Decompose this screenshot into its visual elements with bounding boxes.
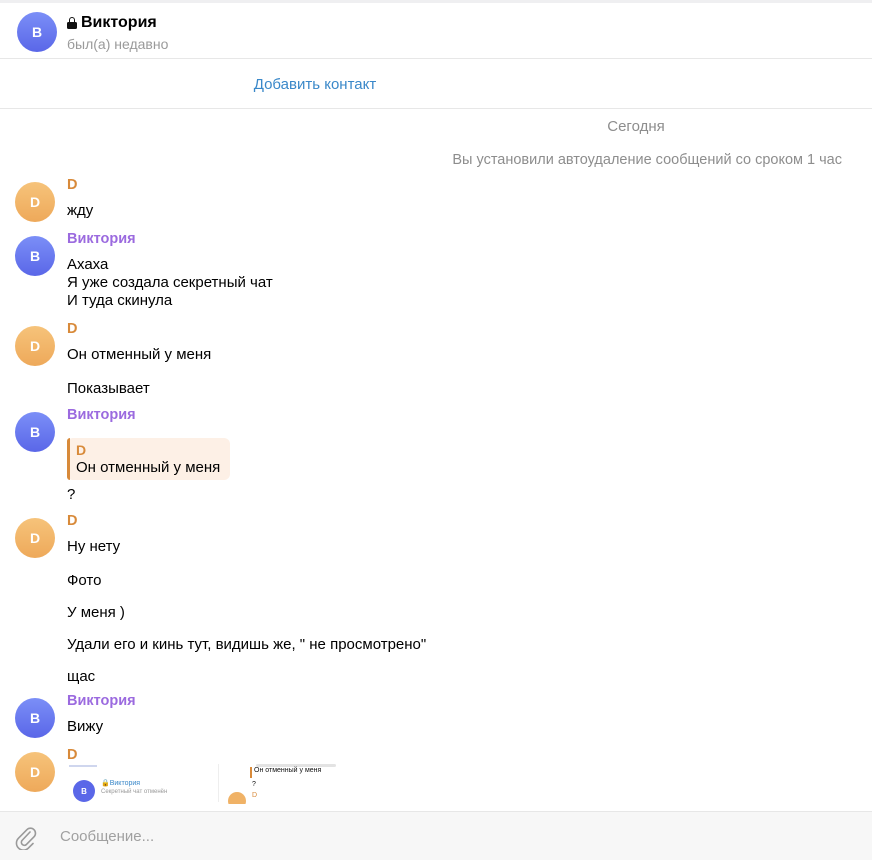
screenshot-messages: Он отменный у меня ? D <box>228 764 345 804</box>
screenshot-name: 🔒Виктория <box>101 780 141 787</box>
message-text: Вижу <box>67 718 104 735</box>
message-text: щас <box>67 668 96 685</box>
message-text: Ну нету <box>67 538 121 555</box>
paperclip-icon[interactable] <box>12 824 38 850</box>
contact-name: Виктория <box>81 14 157 31</box>
add-contact-button[interactable]: Добавить контакт <box>0 60 630 109</box>
reply-accent-bar <box>67 438 70 480</box>
message-text: И туда скинула <box>67 292 173 309</box>
contact-status: был(а) недавно <box>67 36 169 52</box>
avatar[interactable]: D <box>15 326 55 366</box>
sender-name[interactable]: D <box>67 177 77 193</box>
screenshot-chat-card: В 🔒Виктория Секретный чат отменён <box>67 764 219 802</box>
screenshot-question: ? <box>252 781 256 788</box>
message-text: ? <box>67 486 76 503</box>
message-text: Показывает <box>67 380 150 397</box>
date-separator: Сегодня <box>607 118 665 135</box>
contact-avatar[interactable]: В <box>17 12 57 52</box>
screenshot-divider <box>69 765 97 767</box>
sender-name[interactable]: D <box>67 747 77 763</box>
sender-name[interactable]: D <box>67 513 77 529</box>
message-text: Он отменный у меня <box>67 346 212 363</box>
screenshot-reply-bar <box>250 767 252 778</box>
message-list[interactable]: Сегодня Вы установили автоудаление сообщ… <box>0 110 872 810</box>
message-text: жду <box>67 202 94 219</box>
sender-name[interactable]: D <box>67 321 77 337</box>
screenshot-reply-text: Он отменный у меня <box>254 767 322 774</box>
screenshot-image[interactable]: В 🔒Виктория Секретный чат отменён Он отм… <box>67 764 347 804</box>
avatar[interactable]: В <box>15 412 55 452</box>
screenshot-d-avatar <box>228 792 246 804</box>
reply-quote[interactable]: D Он отменный у меня <box>67 438 230 480</box>
screenshot-status: Секретный чат отменён <box>101 789 168 795</box>
message-input[interactable] <box>60 824 840 848</box>
message-text: Я уже создала секретный чат <box>67 274 273 291</box>
screenshot-d-name: D <box>252 792 258 799</box>
message-composer <box>0 811 872 860</box>
avatar[interactable]: D <box>15 518 55 558</box>
avatar[interactable]: В <box>15 698 55 738</box>
message-text: Ахаха <box>67 256 109 273</box>
reply-sender: D <box>76 442 87 458</box>
message-text: Удали его и кинь тут, видишь же, " не пр… <box>67 636 427 653</box>
message-text: Фото <box>67 572 102 589</box>
sender-name[interactable]: Виктория <box>67 231 136 247</box>
lock-icon <box>67 17 77 29</box>
avatar[interactable]: D <box>15 752 55 792</box>
screenshot-avatar: В <box>73 780 95 802</box>
sender-name[interactable]: Виктория <box>67 693 136 709</box>
chat-header: В Виктория был(а) недавно <box>0 3 872 59</box>
add-contact-bar: Добавить контакт <box>0 60 872 109</box>
service-message: Вы установили автоудаление сообщений со … <box>452 152 842 168</box>
message-text: У меня ) <box>67 604 125 621</box>
reply-text: Он отменный у меня <box>76 459 221 476</box>
contact-name-row[interactable]: Виктория <box>67 14 157 32</box>
sender-name[interactable]: Виктория <box>67 407 136 423</box>
avatar[interactable]: D <box>15 182 55 222</box>
avatar[interactable]: В <box>15 236 55 276</box>
